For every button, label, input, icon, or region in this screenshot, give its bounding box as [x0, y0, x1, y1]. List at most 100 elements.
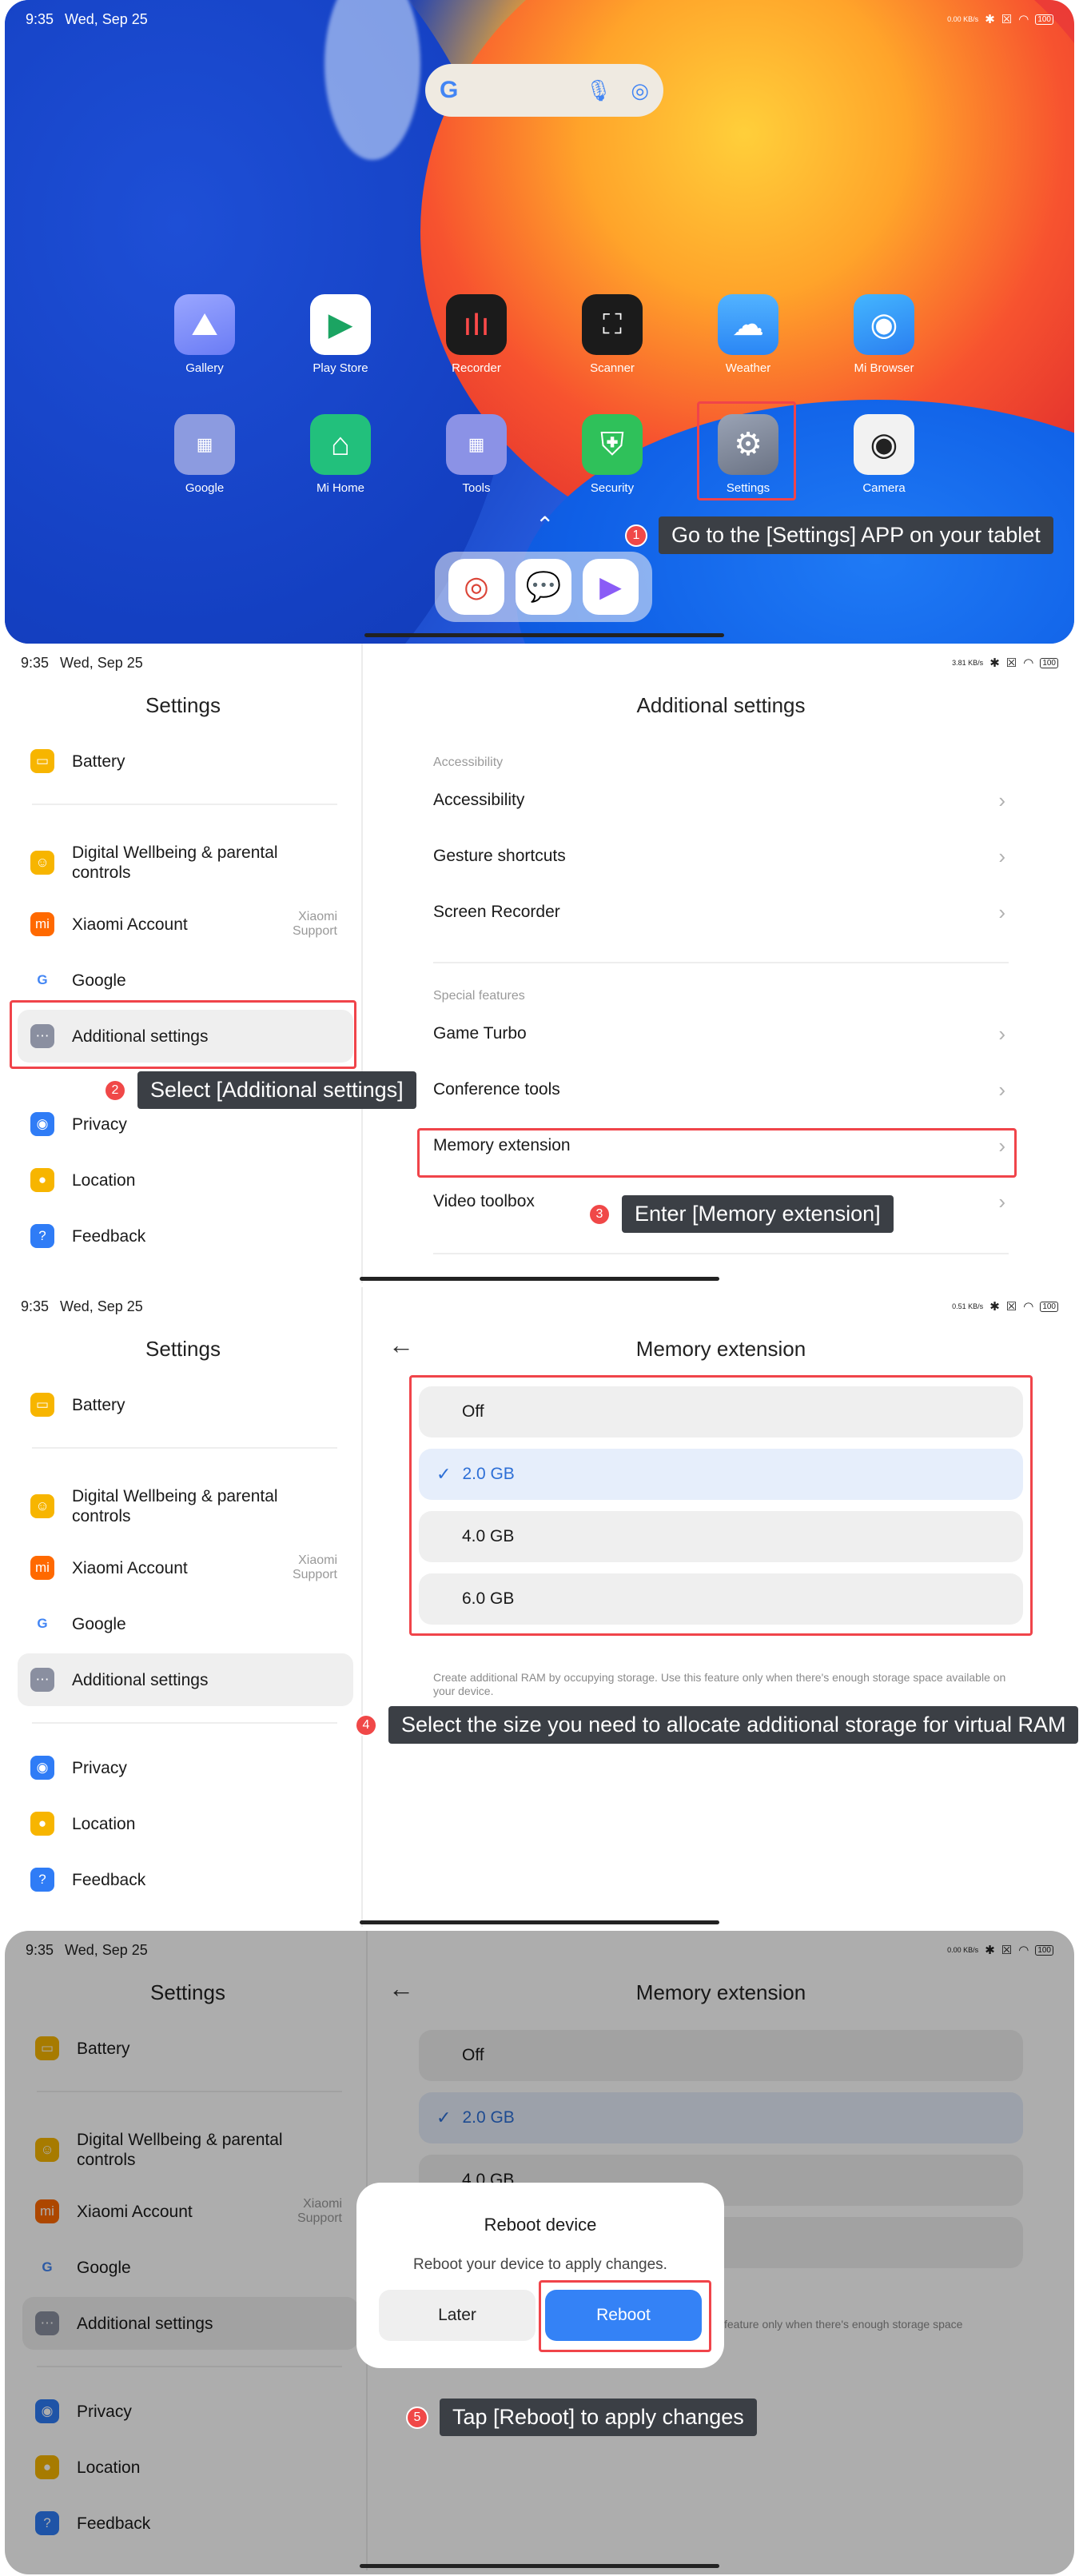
app-label: Scanner: [590, 361, 635, 375]
status-bar: 9:35 Wed, Sep 25 3.81 KB/s ✱ ☒ ◠ 100: [21, 653, 1058, 672]
browser-icon: ◉: [854, 294, 914, 355]
location-pin-icon: ●: [30, 1168, 54, 1192]
pane-divider: [361, 1287, 363, 1927]
mi-logo-icon: mi: [30, 912, 54, 936]
dialog-message: Reboot your device to apply changes.: [413, 2256, 667, 2273]
sidebar-item-label: Battery: [72, 752, 125, 771]
row-gesture-shortcuts[interactable]: Gesture shortcuts ›: [433, 832, 1009, 880]
google-icon: G: [30, 968, 54, 992]
sidebar-item-sub: Xiaomi Support: [292, 910, 337, 938]
chevron-right-icon: ›: [998, 1189, 1005, 1214]
sidebar-item-xiaomi-account[interactable]: mi Xiaomi Account Xiaomi Support: [18, 898, 353, 951]
row-conference-tools[interactable]: Conference tools ›: [433, 1066, 1009, 1114]
google-search-bar[interactable]: G 🎙 ◎: [425, 64, 663, 117]
status-bar: 9:35 Wed, Sep 25 0.00 KB/s ✱ ☒ ◠ 100: [26, 10, 1053, 29]
gesture-bar[interactable]: [360, 1277, 719, 1281]
sidebar-item-label: Digital Wellbeing & parental controls: [72, 843, 278, 882]
row-accessibility[interactable]: Accessibility ›: [433, 776, 1009, 824]
chrome-icon[interactable]: ◎: [448, 559, 504, 615]
tools-folder-icon: ▦: [446, 414, 507, 475]
chevron-right-icon: ›: [998, 788, 1005, 812]
sidebar-item-label: Battery: [72, 1395, 125, 1414]
sidebar-item-label: Location: [72, 1170, 136, 1190]
mi-home-icon: ⌂: [310, 414, 371, 475]
battery-icon: ▭: [30, 749, 54, 773]
app-mi-home[interactable]: ⌂ Mi Home: [293, 414, 388, 495]
app-label: Tools: [462, 481, 491, 495]
sidebar-item-wellbeing[interactable]: ☺ Digital Wellbeing & parental controls: [18, 832, 353, 893]
later-button[interactable]: Later: [379, 2290, 536, 2341]
gesture-bar[interactable]: [364, 633, 724, 637]
play-games-icon[interactable]: ▶: [583, 559, 639, 615]
sidebar-item-label: Xiaomi Account: [72, 1558, 188, 1577]
app-tools[interactable]: ▦ Tools: [428, 414, 524, 495]
app-security[interactable]: ⛨ Security: [564, 414, 660, 495]
section-header: Special features: [433, 989, 525, 1003]
app-recorder[interactable]: ıIı Recorder: [428, 294, 524, 375]
app-label: Weather: [725, 361, 771, 375]
status-time: 9:35: [21, 1298, 50, 1314]
gesture-bar[interactable]: [360, 2564, 719, 2568]
battery-icon: 100: [1035, 14, 1053, 25]
mi-logo-icon: mi: [30, 1556, 54, 1580]
sidebar-item-location[interactable]: ● Location: [18, 1154, 353, 1206]
location-pin-icon: ●: [30, 1812, 54, 1836]
sidebar-title: Settings: [145, 1337, 221, 1361]
status-bar: 9:35 Wed, Sep 25 0.51 KB/s ✱ ☒ ◠ 100: [21, 1297, 1058, 1316]
chevron-right-icon: ›: [998, 1077, 1005, 1102]
sidebar-title: Settings: [145, 693, 221, 717]
sidebar-item-privacy[interactable]: ◉ Privacy: [18, 1741, 353, 1794]
app-label: Camera: [862, 481, 906, 495]
step-label: Enter [Memory extension]: [622, 1195, 894, 1233]
sidebar-item-wellbeing[interactable]: ☺ Digital Wellbeing & parental controls: [18, 1476, 353, 1537]
sidebar-item-xiaomi-account[interactable]: mi Xiaomi Account Xiaomi Support: [18, 1541, 353, 1594]
sidebar-item-google[interactable]: G Google: [18, 954, 353, 1007]
weather-icon: ☁: [718, 294, 778, 355]
dialog-title: Reboot device: [484, 2215, 597, 2235]
battery-icon: 100: [1040, 1301, 1058, 1312]
app-play-store[interactable]: ▶ Play Store: [293, 294, 388, 375]
app-label: Play Store: [313, 361, 368, 375]
step-5-callout: 5 Tap [Reboot] to apply changes: [406, 2399, 757, 2436]
additional-highlight-box: [10, 1000, 356, 1069]
gesture-bar[interactable]: [360, 1920, 719, 1924]
app-weather[interactable]: ☁ Weather: [700, 294, 796, 375]
net-speed: 3.81 KB/s: [952, 659, 984, 667]
chevron-right-icon: ›: [998, 1021, 1005, 1046]
step-number: 3: [588, 1202, 611, 1226]
sidebar-item-battery[interactable]: ▭ Battery: [18, 1378, 353, 1431]
app-label: Security: [590, 481, 635, 495]
row-game-turbo[interactable]: Game Turbo ›: [433, 1010, 1009, 1058]
sidebar-item-feedback[interactable]: ? Feedback: [18, 1210, 353, 1262]
app-camera[interactable]: ◉ Camera: [836, 414, 932, 495]
lens-icon[interactable]: ◎: [631, 78, 649, 103]
section-header: Accessibility: [433, 756, 504, 769]
mic-icon[interactable]: 🎙: [585, 78, 611, 103]
app-google-folder[interactable]: ▦ Google: [157, 414, 253, 495]
messages-icon[interactable]: 💬: [516, 559, 571, 615]
bluetooth-icon: ✱: [985, 13, 995, 26]
app-scanner[interactable]: ⛶ Scanner: [564, 294, 660, 375]
status-date: Wed, Sep 25: [65, 10, 148, 27]
sidebar-item-google[interactable]: G Google: [18, 1597, 353, 1650]
row-screen-recorder[interactable]: Screen Recorder ›: [433, 888, 1009, 936]
sidebar-item-feedback[interactable]: ? Feedback: [18, 1853, 353, 1906]
row-label: Screen Recorder: [433, 903, 560, 921]
google-folder-icon: ▦: [174, 414, 235, 475]
app-gallery[interactable]: ⛰ Gallery: [157, 294, 253, 375]
sidebar-item-privacy[interactable]: ◉ Privacy: [18, 1098, 353, 1150]
wifi-icon: ◠: [1018, 13, 1029, 26]
chevron-up-icon[interactable]: ⌃: [536, 512, 554, 538]
bluetooth-icon: ✱: [989, 1300, 1000, 1314]
sidebar-item-label: Privacy: [72, 1758, 127, 1777]
sidebar-item-battery[interactable]: ▭ Battery: [18, 735, 353, 788]
camera-icon: ◉: [854, 414, 914, 475]
sidebar-item-location[interactable]: ● Location: [18, 1797, 353, 1850]
wellbeing-icon: ☺: [30, 851, 54, 875]
app-mi-browser[interactable]: ◉ Mi Browser: [836, 294, 932, 375]
wifi-icon: ◠: [1023, 656, 1034, 670]
step-1-callout: 1 Go to the [Settings] APP on your table…: [625, 516, 1053, 554]
sidebar-item-label: Google: [72, 1614, 126, 1633]
sim-off-icon: ☒: [1005, 1300, 1017, 1314]
sidebar-item-additional-settings[interactable]: ⋯ Additional settings: [18, 1653, 353, 1706]
